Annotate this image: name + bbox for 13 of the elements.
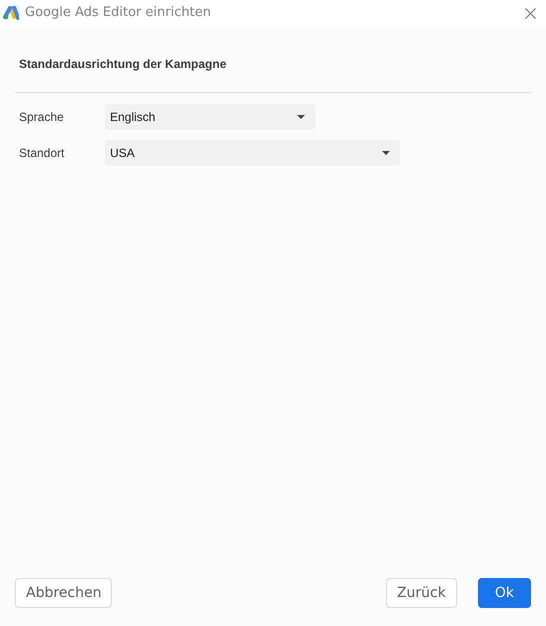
- dropdown[interactable]: USA: [105, 140, 400, 166]
- ok-button[interactable]: Ok: [478, 578, 531, 608]
- field-label: Standort: [19, 145, 66, 162]
- window-title: Google Ads Editor einrichten: [25, 4, 211, 22]
- dialog-button[interactable]: Zurück: [386, 578, 457, 608]
- dialog-button[interactable]: Abbrechen: [15, 578, 112, 608]
- close-icon[interactable]: [525, 8, 536, 18]
- section-heading: Standardausrichtung der Kampagne: [19, 57, 226, 71]
- field-label: Sprache: [19, 109, 65, 126]
- dropdown[interactable]: Englisch: [105, 104, 315, 130]
- caret-icon: [297, 115, 305, 119]
- logo-icon: [3, 6, 19, 20]
- caret-icon: [382, 151, 390, 155]
